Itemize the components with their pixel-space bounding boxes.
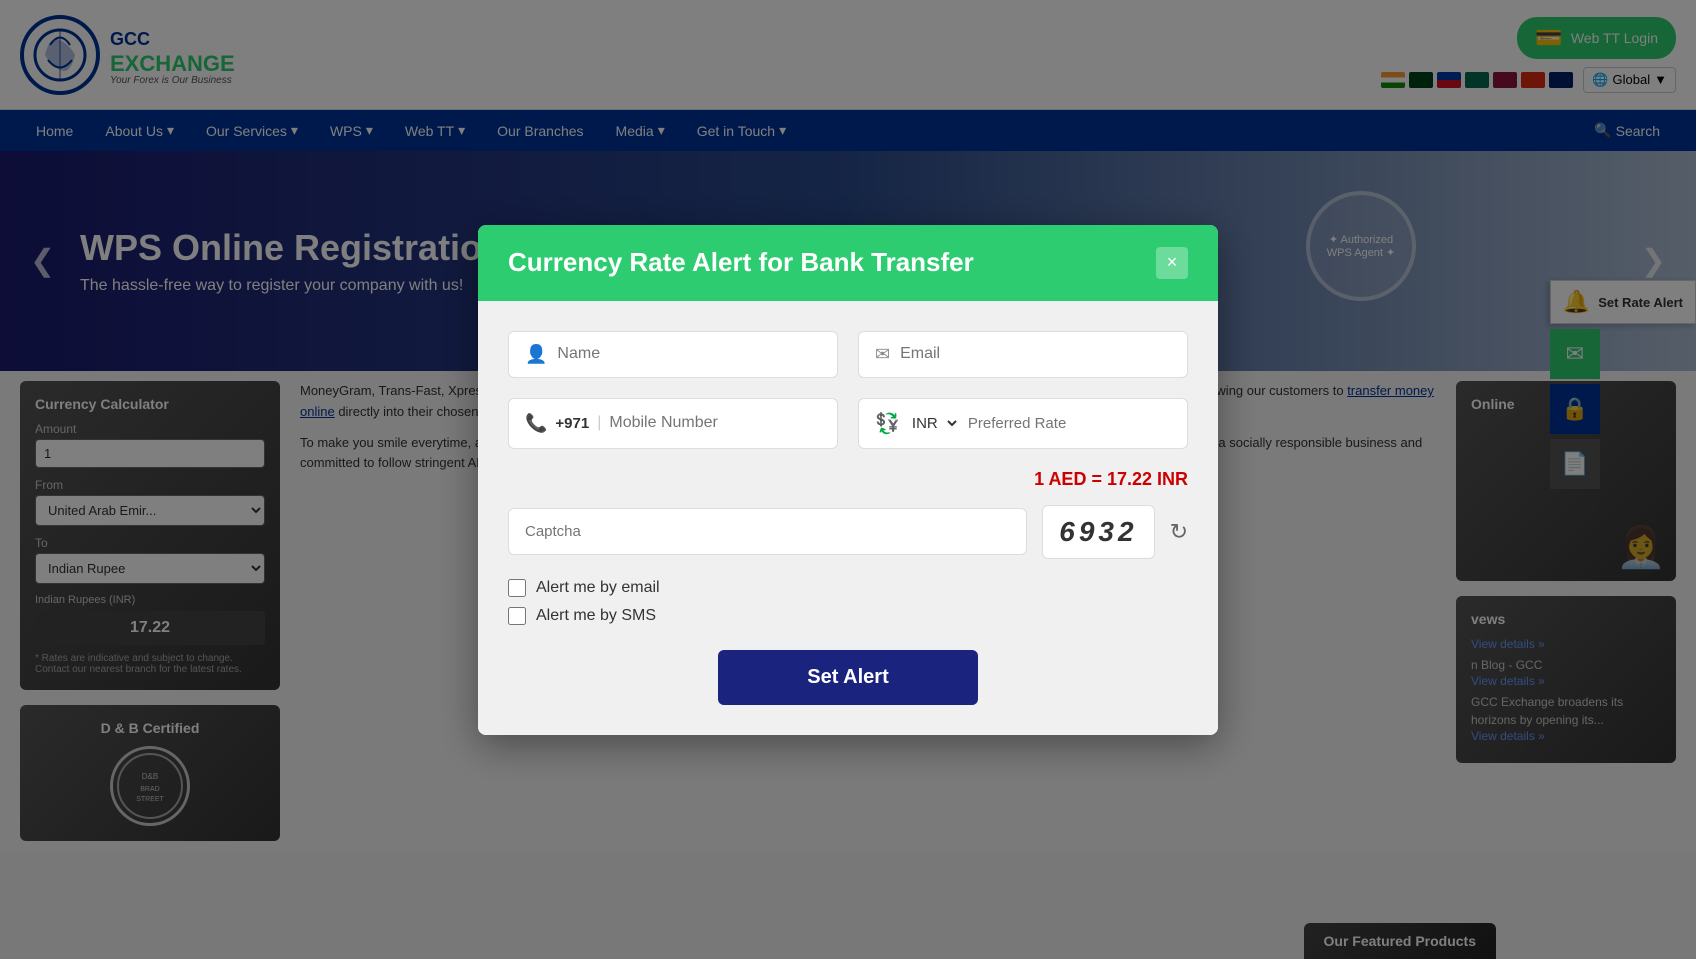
phone-code: +971 — [555, 415, 589, 432]
modal-overlay: Currency Rate Alert for Bank Transfer × … — [0, 0, 1696, 959]
alert-email-checkbox-wrap: Alert me by email — [508, 579, 1188, 597]
modal-row-1: 👤 ✉ — [508, 331, 1188, 378]
currency-rate-wrap: 💱 INR PKR PHP BDT LKR CNY GBP — [858, 398, 1188, 449]
modal-close-button[interactable]: × — [1156, 247, 1188, 279]
captcha-input[interactable] — [508, 508, 1027, 555]
set-alert-button[interactable]: Set Alert — [718, 650, 978, 705]
name-field-wrap: 👤 — [508, 331, 838, 378]
modal-body: 👤 ✉ 📞 +971 | 💱 — [478, 301, 1218, 735]
exchange-rate-display: 1 AED = 17.22 INR — [508, 469, 1188, 490]
person-icon: 👤 — [525, 344, 547, 365]
currency-select[interactable]: INR PKR PHP BDT LKR CNY GBP — [908, 414, 960, 433]
alert-sms-checkbox[interactable] — [508, 607, 526, 625]
captcha-refresh-button[interactable]: ↻ — [1170, 519, 1188, 545]
phone-icon: 📞 — [525, 413, 547, 434]
preferred-rate-input[interactable] — [968, 415, 1171, 432]
modal-header: Currency Rate Alert for Bank Transfer × — [478, 225, 1218, 301]
phone-input[interactable] — [609, 414, 821, 432]
captcha-row: 6932 ↻ — [508, 505, 1188, 559]
alert-sms-label: Alert me by SMS — [536, 607, 656, 625]
currency-icon: 💱 — [875, 411, 900, 436]
modal-title: Currency Rate Alert for Bank Transfer — [508, 247, 974, 278]
phone-field-wrap: 📞 +971 | — [508, 398, 838, 449]
alert-email-label: Alert me by email — [536, 579, 660, 597]
email-input[interactable] — [900, 345, 1171, 363]
modal-row-2: 📞 +971 | 💱 INR PKR PHP BDT LKR CNY GBP — [508, 398, 1188, 449]
alert-email-checkbox[interactable] — [508, 579, 526, 597]
captcha-display: 6932 — [1042, 505, 1154, 559]
email-field-wrap: ✉ — [858, 331, 1188, 378]
currency-alert-modal: Currency Rate Alert for Bank Transfer × … — [478, 225, 1218, 735]
checkbox-row: Alert me by email Alert me by SMS — [508, 579, 1188, 625]
captcha-code: 6932 — [1059, 516, 1137, 548]
name-input[interactable] — [557, 345, 821, 363]
alert-sms-checkbox-wrap: Alert me by SMS — [508, 607, 1188, 625]
email-icon: ✉ — [875, 344, 890, 365]
